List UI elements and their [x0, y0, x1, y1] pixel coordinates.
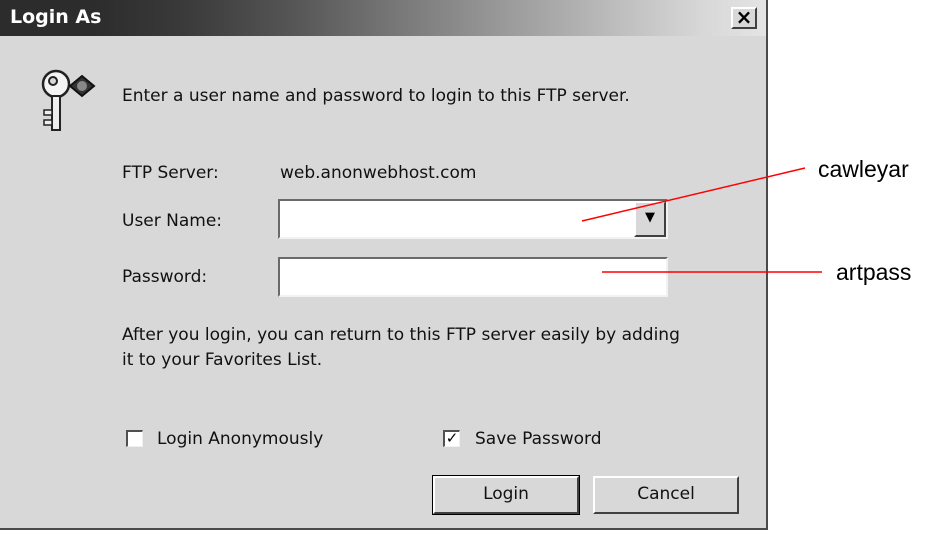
user-name-annotation: cawleyar: [818, 156, 909, 182]
password-annotation: artpass: [836, 259, 912, 285]
annotation-leader-lines: [581, 167, 822, 273]
user-name-leader-line: [581, 167, 806, 222]
